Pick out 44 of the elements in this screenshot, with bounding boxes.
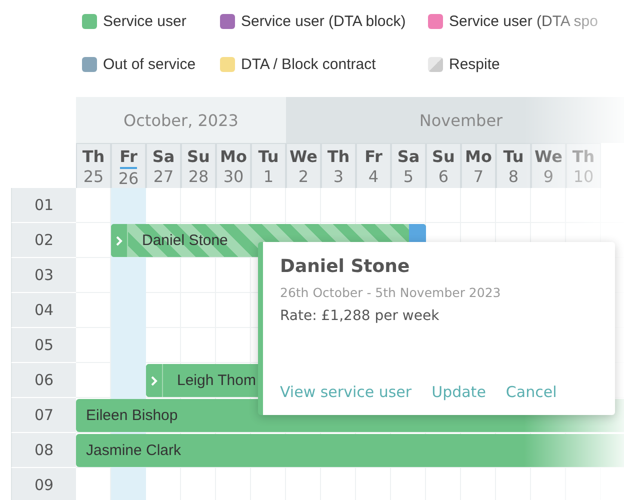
- row-label: 08: [11, 433, 76, 468]
- popup-title: Daniel Stone: [280, 256, 411, 277]
- row-label: 05: [11, 328, 76, 363]
- day-header: Su 28: [181, 143, 216, 188]
- day-header: Tu 8: [496, 143, 531, 188]
- day-header: We 2: [286, 143, 321, 188]
- day-header: Fr 4: [356, 143, 391, 188]
- day-header: Fr 26: [111, 143, 146, 188]
- legend-label: Service user: [103, 13, 186, 30]
- booking-name: Leigh Thom: [176, 372, 256, 389]
- popup-dates: 26th October - 5th November 2023: [280, 285, 502, 300]
- row-label: 09: [11, 468, 76, 500]
- day-header: Th 25: [76, 143, 111, 188]
- legend-label: Respite: [449, 56, 500, 73]
- month-header: November: [286, 97, 624, 143]
- chevron-icon: [115, 236, 123, 246]
- day-header: Mo 30: [216, 143, 251, 188]
- day-header: Mo 7: [461, 143, 496, 188]
- legend-label: DTA / Block contract: [241, 56, 376, 73]
- booking-name: Daniel Stone: [141, 232, 228, 249]
- day-header: Su 6: [426, 143, 461, 188]
- row-label: 04: [11, 293, 76, 328]
- booking-name: Eileen Bishop: [85, 407, 178, 424]
- expand-button[interactable]: [146, 364, 163, 397]
- legend-label: Out of service: [103, 56, 196, 73]
- day-header: We 9: [531, 143, 566, 188]
- expand-button[interactable]: [111, 224, 128, 257]
- day-header: Th 10: [566, 143, 601, 188]
- day-header: Sa 27: [146, 143, 181, 188]
- booking-name: Jasmine Clark: [85, 442, 182, 459]
- row-label: 02: [11, 223, 76, 258]
- row-label: 07: [11, 398, 76, 433]
- row-label: 06: [11, 363, 76, 398]
- day-header: Sa 5: [391, 143, 426, 188]
- legend-label: Service user (DTA spo: [449, 13, 598, 30]
- chevron-icon: [150, 376, 158, 386]
- popup-rate: Rate: £1,288 per week: [280, 308, 440, 324]
- booking-bar[interactable]: Jasmine Clark: [76, 434, 624, 467]
- day-header: Th 3: [321, 143, 356, 188]
- row-label: 03: [11, 258, 76, 293]
- row-label: 01: [11, 188, 76, 223]
- month-header: October, 2023: [76, 97, 286, 143]
- day-header: Tu 1: [251, 143, 286, 188]
- legend-label: Service user (DTA block): [241, 13, 406, 30]
